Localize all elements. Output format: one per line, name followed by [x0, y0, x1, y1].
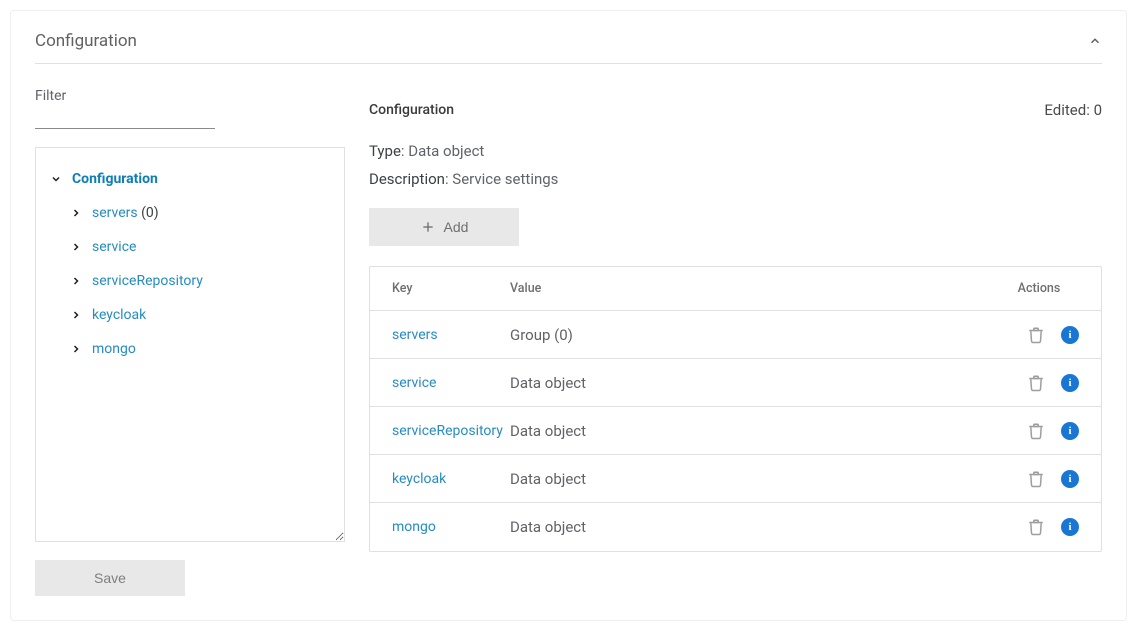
col-header-value: Value	[510, 281, 999, 296]
row-value: Group (0)	[510, 326, 999, 344]
row-key[interactable]: service	[392, 375, 510, 391]
delete-button[interactable]	[1027, 518, 1045, 536]
tree-item-mongo[interactable]: mongo	[50, 332, 340, 366]
configuration-card: Configuration Filter Configuration	[10, 10, 1127, 621]
save-button[interactable]: Save	[35, 560, 185, 596]
delete-button[interactable]	[1027, 374, 1045, 392]
delete-button[interactable]	[1027, 470, 1045, 488]
sidebar-panel: Filter Configuration servers (0)	[35, 88, 345, 596]
chevron-right-icon	[70, 207, 84, 219]
col-header-actions: Actions	[999, 281, 1079, 296]
delete-button[interactable]	[1027, 326, 1045, 344]
tree-item-servers[interactable]: servers (0)	[50, 196, 340, 230]
info-icon: i	[1061, 422, 1079, 440]
detail-title: Configuration	[369, 102, 454, 118]
row-key[interactable]: serviceRepository	[392, 423, 510, 439]
info-button[interactable]: i	[1061, 374, 1079, 392]
delete-button[interactable]	[1027, 422, 1045, 440]
row-key[interactable]: mongo	[392, 519, 510, 535]
config-table: Key Value Actions servers Group (0)	[369, 266, 1102, 552]
col-header-key: Key	[392, 281, 510, 296]
card-title: Configuration	[35, 31, 137, 51]
trash-icon	[1027, 470, 1045, 488]
add-button-label: Add	[444, 219, 469, 235]
tree-root-label: Configuration	[72, 171, 158, 187]
edited-label: Edited:	[1044, 101, 1093, 119]
chevron-down-icon	[50, 173, 64, 185]
row-key[interactable]: keycloak	[392, 471, 510, 487]
row-key[interactable]: servers	[392, 327, 510, 343]
info-icon: i	[1061, 374, 1079, 392]
tree-item-suffix: (0)	[138, 205, 159, 221]
filter-label: Filter	[35, 88, 345, 104]
info-button[interactable]: i	[1061, 422, 1079, 440]
chevron-right-icon	[70, 343, 84, 355]
description-row: Description: Service settings	[369, 170, 1102, 188]
description-value: Service settings	[452, 170, 558, 188]
edited-indicator: Edited: 0	[1044, 101, 1102, 119]
type-value: Data object	[408, 142, 484, 160]
trash-icon	[1027, 374, 1045, 392]
chevron-right-icon	[70, 275, 84, 287]
tree-item-label: service	[92, 239, 136, 255]
info-icon: i	[1061, 470, 1079, 488]
table-row: keycloak Data object i	[370, 455, 1101, 503]
edited-count: 0	[1094, 101, 1102, 119]
row-value: Data object	[510, 422, 999, 440]
collapse-button[interactable]	[1088, 34, 1102, 48]
tree-item-service[interactable]: service	[50, 230, 340, 264]
tree-root[interactable]: Configuration	[50, 162, 340, 196]
row-value: Data object	[510, 374, 999, 392]
tree-item-keycloak[interactable]: keycloak	[50, 298, 340, 332]
table-row: mongo Data object i	[370, 503, 1101, 551]
description-label: Description	[369, 170, 445, 188]
chevron-right-icon	[70, 241, 84, 253]
card-header: Configuration	[11, 11, 1126, 63]
trash-icon	[1027, 422, 1045, 440]
table-row: serviceRepository Data object i	[370, 407, 1101, 455]
type-label: Type	[369, 142, 401, 160]
info-icon: i	[1061, 326, 1079, 344]
info-button[interactable]: i	[1061, 518, 1079, 536]
table-header: Key Value Actions	[370, 267, 1101, 311]
filter-input[interactable]	[35, 106, 215, 129]
tree-item-label: keycloak	[92, 307, 146, 323]
row-value: Data object	[510, 518, 999, 536]
table-row: servers Group (0) i	[370, 311, 1101, 359]
chevron-right-icon	[70, 309, 84, 321]
info-button[interactable]: i	[1061, 326, 1079, 344]
info-button[interactable]: i	[1061, 470, 1079, 488]
detail-panel: Configuration Edited: 0 Type: Data objec…	[369, 88, 1102, 552]
row-value: Data object	[510, 470, 999, 488]
plus-icon	[420, 219, 436, 235]
info-icon: i	[1061, 518, 1079, 536]
tree-item-servicerepository[interactable]: serviceRepository	[50, 264, 340, 298]
tree-item-label: mongo	[92, 341, 136, 357]
tree-item-label: serviceRepository	[92, 273, 203, 289]
trash-icon	[1027, 518, 1045, 536]
tree-container[interactable]: Configuration servers (0) service	[35, 147, 345, 542]
table-row: service Data object i	[370, 359, 1101, 407]
chevron-up-icon	[1088, 34, 1102, 48]
tree-item-label: servers	[92, 205, 138, 221]
add-button[interactable]: Add	[369, 208, 519, 246]
trash-icon	[1027, 326, 1045, 344]
type-row: Type: Data object	[369, 142, 1102, 160]
